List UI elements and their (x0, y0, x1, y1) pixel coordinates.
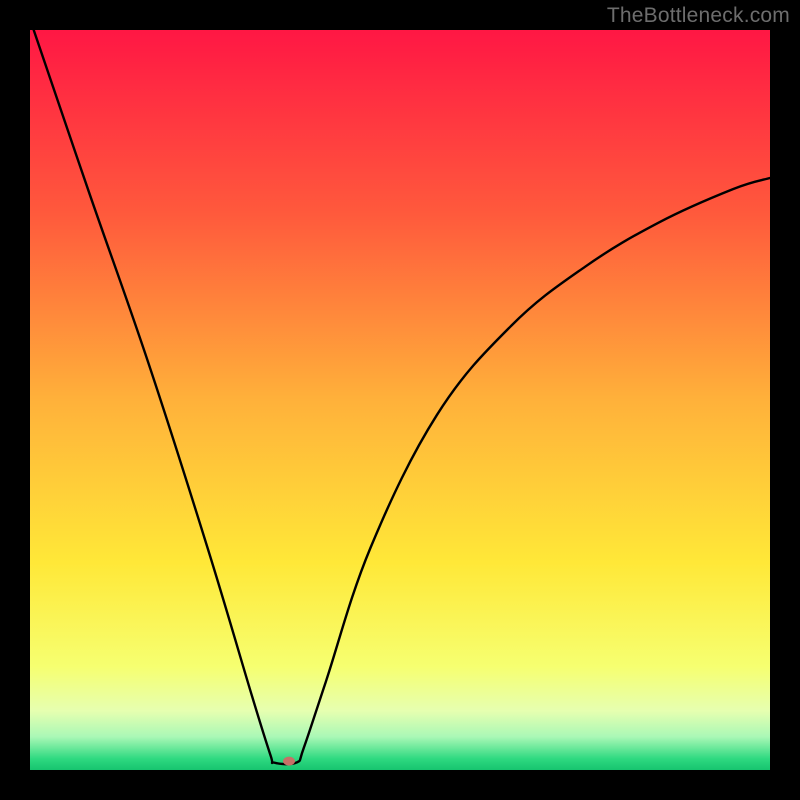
gradient-background (30, 30, 770, 770)
watermark-label: TheBottleneck.com (607, 4, 790, 28)
optimum-marker-icon (283, 757, 295, 766)
chart-frame: TheBottleneck.com (0, 0, 800, 800)
chart-plot-area (30, 30, 770, 770)
chart-svg (30, 30, 770, 770)
